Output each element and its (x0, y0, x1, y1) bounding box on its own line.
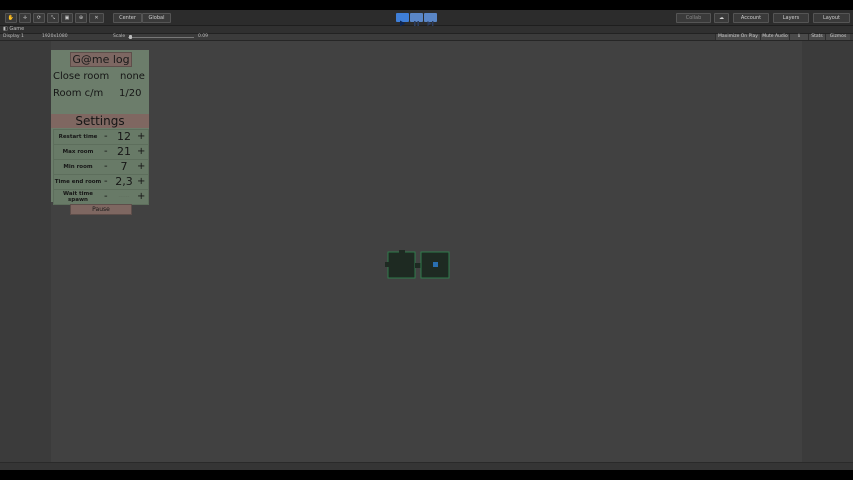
close-room-value: none (120, 71, 145, 82)
player-marker (433, 262, 438, 267)
setting-label: Max room (62, 149, 94, 155)
setting-label: Min room (63, 164, 93, 170)
fx-icon[interactable]: ℹ (789, 34, 808, 40)
tab-game-label: Game (9, 26, 25, 32)
hand-tool-icon[interactable]: ✋ (5, 13, 17, 23)
scale-slider[interactable] (128, 37, 194, 38)
pause-toggle-button[interactable] (410, 13, 423, 26)
pivot-center-button[interactable]: Center (113, 13, 142, 23)
mute-audio-toggle[interactable]: Mute Audio (760, 34, 789, 40)
setting-wait-time-spawn: Wait time spawn - ------ + (53, 189, 149, 205)
rect-tool-icon[interactable]: ▣ (61, 13, 73, 23)
setting-value: ------ (118, 194, 130, 200)
setting-value: 21 (117, 145, 131, 158)
game-tab-strip: ◧ Game (0, 26, 853, 34)
transform-tool-icon[interactable]: ⊕ (75, 13, 87, 23)
collab-dropdown[interactable]: Collab (676, 13, 711, 23)
game-view-bar: Display 1 1920x1080 Scale 0.09 Maximize … (0, 34, 853, 41)
increment-button[interactable]: + (137, 145, 145, 159)
decrement-button[interactable]: - (104, 175, 108, 189)
custom-tool-icon[interactable]: ✕ (89, 13, 104, 23)
scale-tool-icon[interactable]: ⤡ (47, 13, 59, 23)
close-room-label: Close room (53, 71, 110, 82)
scale-label: Scale (113, 34, 126, 39)
pause-button[interactable]: Pause (70, 204, 132, 215)
room-cm-label: Room c/m (53, 88, 104, 99)
setting-value: 2,3 (115, 175, 133, 188)
setting-label: Wait time spawn (63, 191, 93, 203)
setting-min-room: Min room - 7 + (53, 159, 149, 175)
setting-time-end-room: Time end room - 2,3 + (53, 174, 149, 190)
setting-value: 12 (117, 130, 131, 143)
status-bar (0, 462, 853, 470)
letterbox-left (0, 41, 51, 462)
decrement-button[interactable]: - (104, 145, 108, 159)
main-toolbar: ✋ ✛ ⟳ ⤡ ▣ ⊕ ✕ Center Global Collab ☁ Acc… (0, 10, 853, 27)
rotate-tool-icon[interactable]: ⟳ (33, 13, 45, 23)
increment-button[interactable]: + (137, 130, 145, 144)
layers-dropdown[interactable]: Layers (773, 13, 809, 23)
game-log-title: G@me log (70, 52, 132, 67)
play-button[interactable] (396, 13, 409, 27)
room-cm-value: 1/20 (119, 88, 142, 99)
increment-button[interactable]: + (137, 175, 145, 189)
decrement-button[interactable]: - (104, 190, 108, 204)
settings-title: Settings (51, 114, 149, 128)
decrement-button[interactable]: - (104, 160, 108, 174)
dungeon-map (385, 250, 450, 279)
setting-restart-time: Restart time - 12 + (53, 129, 149, 145)
increment-button[interactable]: + (137, 160, 145, 174)
letterbox-right (802, 41, 853, 462)
setting-label: Time end room (54, 179, 102, 185)
maximize-on-play-toggle[interactable]: Maximize On Play (715, 34, 760, 40)
step-button[interactable] (424, 13, 437, 26)
move-tool-icon[interactable]: ✛ (19, 13, 31, 23)
layout-dropdown[interactable]: Layout (813, 13, 850, 23)
gizmos-dropdown[interactable]: Gizmos (825, 34, 850, 40)
cloud-icon[interactable]: ☁ (714, 13, 729, 23)
account-dropdown[interactable]: Account (733, 13, 769, 23)
scale-value: 0.09 (198, 34, 209, 39)
setting-label: Restart time (58, 134, 98, 140)
display-dropdown[interactable]: Display 1 (3, 34, 24, 40)
pivot-global-button[interactable]: Global (142, 13, 171, 23)
decrement-button[interactable]: - (104, 130, 108, 144)
tab-game[interactable]: ◧ Game (3, 26, 24, 33)
game-viewport[interactable] (51, 41, 802, 462)
resolution-dropdown[interactable]: 1920x1080 (42, 34, 68, 40)
setting-value: 7 (120, 160, 128, 173)
game-log-panel: G@me log Close room none Room c/m 1/20 S… (51, 50, 149, 215)
increment-button[interactable]: + (137, 190, 145, 204)
stats-toggle[interactable]: Stats (808, 34, 825, 40)
unity-editor: ✋ ✛ ⟳ ⤡ ▣ ⊕ ✕ Center Global Collab ☁ Acc… (0, 10, 853, 470)
scale-slider-handle[interactable] (129, 35, 132, 39)
setting-max-room: Max room - 21 + (53, 144, 149, 160)
